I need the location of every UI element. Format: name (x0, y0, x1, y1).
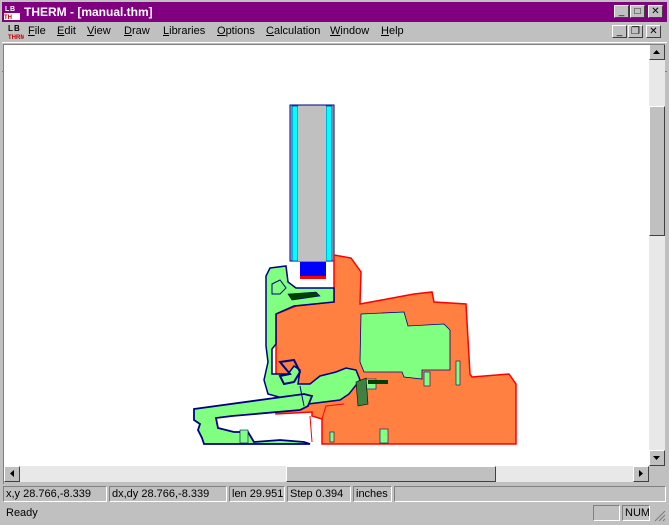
vertical-scroll-thumb[interactable] (649, 106, 665, 236)
size-grip-icon (654, 510, 666, 522)
svg-text:L: L (8, 24, 13, 33)
size-grip[interactable] (652, 508, 666, 522)
menu-libraries[interactable]: Libraries (163, 25, 205, 37)
window-title: THERM - [manual.thm] (24, 5, 153, 19)
menu-edit[interactable]: Edit (57, 25, 76, 37)
menu-help[interactable]: Help (381, 25, 404, 37)
status-num: NUM (622, 505, 650, 521)
status-length: len 29.951 (229, 486, 285, 502)
child-minimize-button[interactable]: _ (612, 25, 627, 38)
vinyl-sill[interactable] (193, 393, 314, 445)
horizontal-scroll-thumb[interactable] (286, 466, 496, 482)
svg-text:THRM: THRM (8, 35, 24, 40)
scroll-left-button[interactable] (4, 466, 20, 482)
drawing-canvas[interactable] (4, 44, 649, 466)
glass-pane-right[interactable] (325, 105, 333, 262)
status-delta: dx,dy 28.766,-8.339 (109, 486, 227, 502)
weatherstrip-2[interactable] (355, 377, 369, 407)
status-units: inches (353, 486, 392, 502)
minimize-button[interactable]: _ (614, 5, 629, 18)
arrow-left-icon (10, 470, 14, 477)
vinyl-strip[interactable] (423, 371, 431, 387)
status-step: Step 0.394 (287, 486, 351, 502)
close-icon: ✕ (651, 6, 660, 17)
window-cross-section-drawing[interactable] (4, 44, 649, 466)
glass-cavity[interactable] (298, 106, 326, 261)
arrow-down-icon (653, 456, 660, 460)
svg-text:B: B (10, 6, 15, 13)
minimize-icon: _ (618, 6, 625, 17)
drawing-area (4, 44, 665, 484)
arrow-up-icon (653, 50, 660, 54)
child-restore-button[interactable]: ❐ (628, 25, 643, 38)
title-bar[interactable]: L B TH THERM - [manual.thm] _ □ ✕ (2, 2, 667, 22)
scroll-down-button[interactable] (649, 450, 665, 466)
menu-draw[interactable]: Draw (124, 25, 150, 37)
status-coordinates: x,y 28.766,-8.339 (3, 486, 107, 502)
scroll-up-button[interactable] (649, 44, 665, 60)
close-icon: ✕ (649, 26, 658, 37)
spacer[interactable] (300, 262, 326, 276)
horizontal-scrollbar[interactable] (4, 466, 649, 482)
arrow-right-icon (639, 470, 643, 477)
sill-tab[interactable] (329, 431, 335, 443)
vinyl-foot-2[interactable] (239, 429, 249, 444)
status-extra (394, 486, 666, 502)
svg-text:B: B (14, 24, 20, 33)
menu-file[interactable]: File (28, 25, 46, 37)
document-icon[interactable]: L B THRM (8, 23, 24, 40)
maximize-icon: □ (634, 6, 641, 17)
menu-window[interactable]: Window (330, 25, 369, 37)
child-close-button[interactable]: ✕ (646, 25, 661, 38)
svg-text:TH: TH (4, 15, 12, 20)
menu-bar: L B THRM File Edit View Draw Libraries O… (2, 22, 667, 41)
therm-app-icon[interactable]: L B TH (4, 4, 20, 20)
status-message: Ready (6, 507, 38, 519)
glass-pane-left[interactable] (291, 105, 299, 262)
scroll-right-button[interactable] (633, 466, 649, 482)
menu-options[interactable]: Options (217, 25, 255, 37)
vinyl-foot[interactable] (379, 428, 389, 444)
menu-calculation[interactable]: Calculation (266, 25, 320, 37)
close-button[interactable]: ✕ (648, 5, 663, 18)
maximize-button[interactable]: □ (630, 5, 645, 18)
sealant[interactable] (300, 276, 326, 279)
vertical-scrollbar[interactable] (649, 44, 665, 466)
scroll-corner (649, 466, 665, 482)
minimize-icon: _ (616, 26, 623, 37)
menu-view[interactable]: View (87, 25, 111, 37)
restore-icon: ❐ (631, 26, 640, 37)
status-caps (593, 505, 620, 521)
vinyl-strip-2[interactable] (455, 360, 461, 386)
gasket[interactable] (368, 380, 388, 384)
